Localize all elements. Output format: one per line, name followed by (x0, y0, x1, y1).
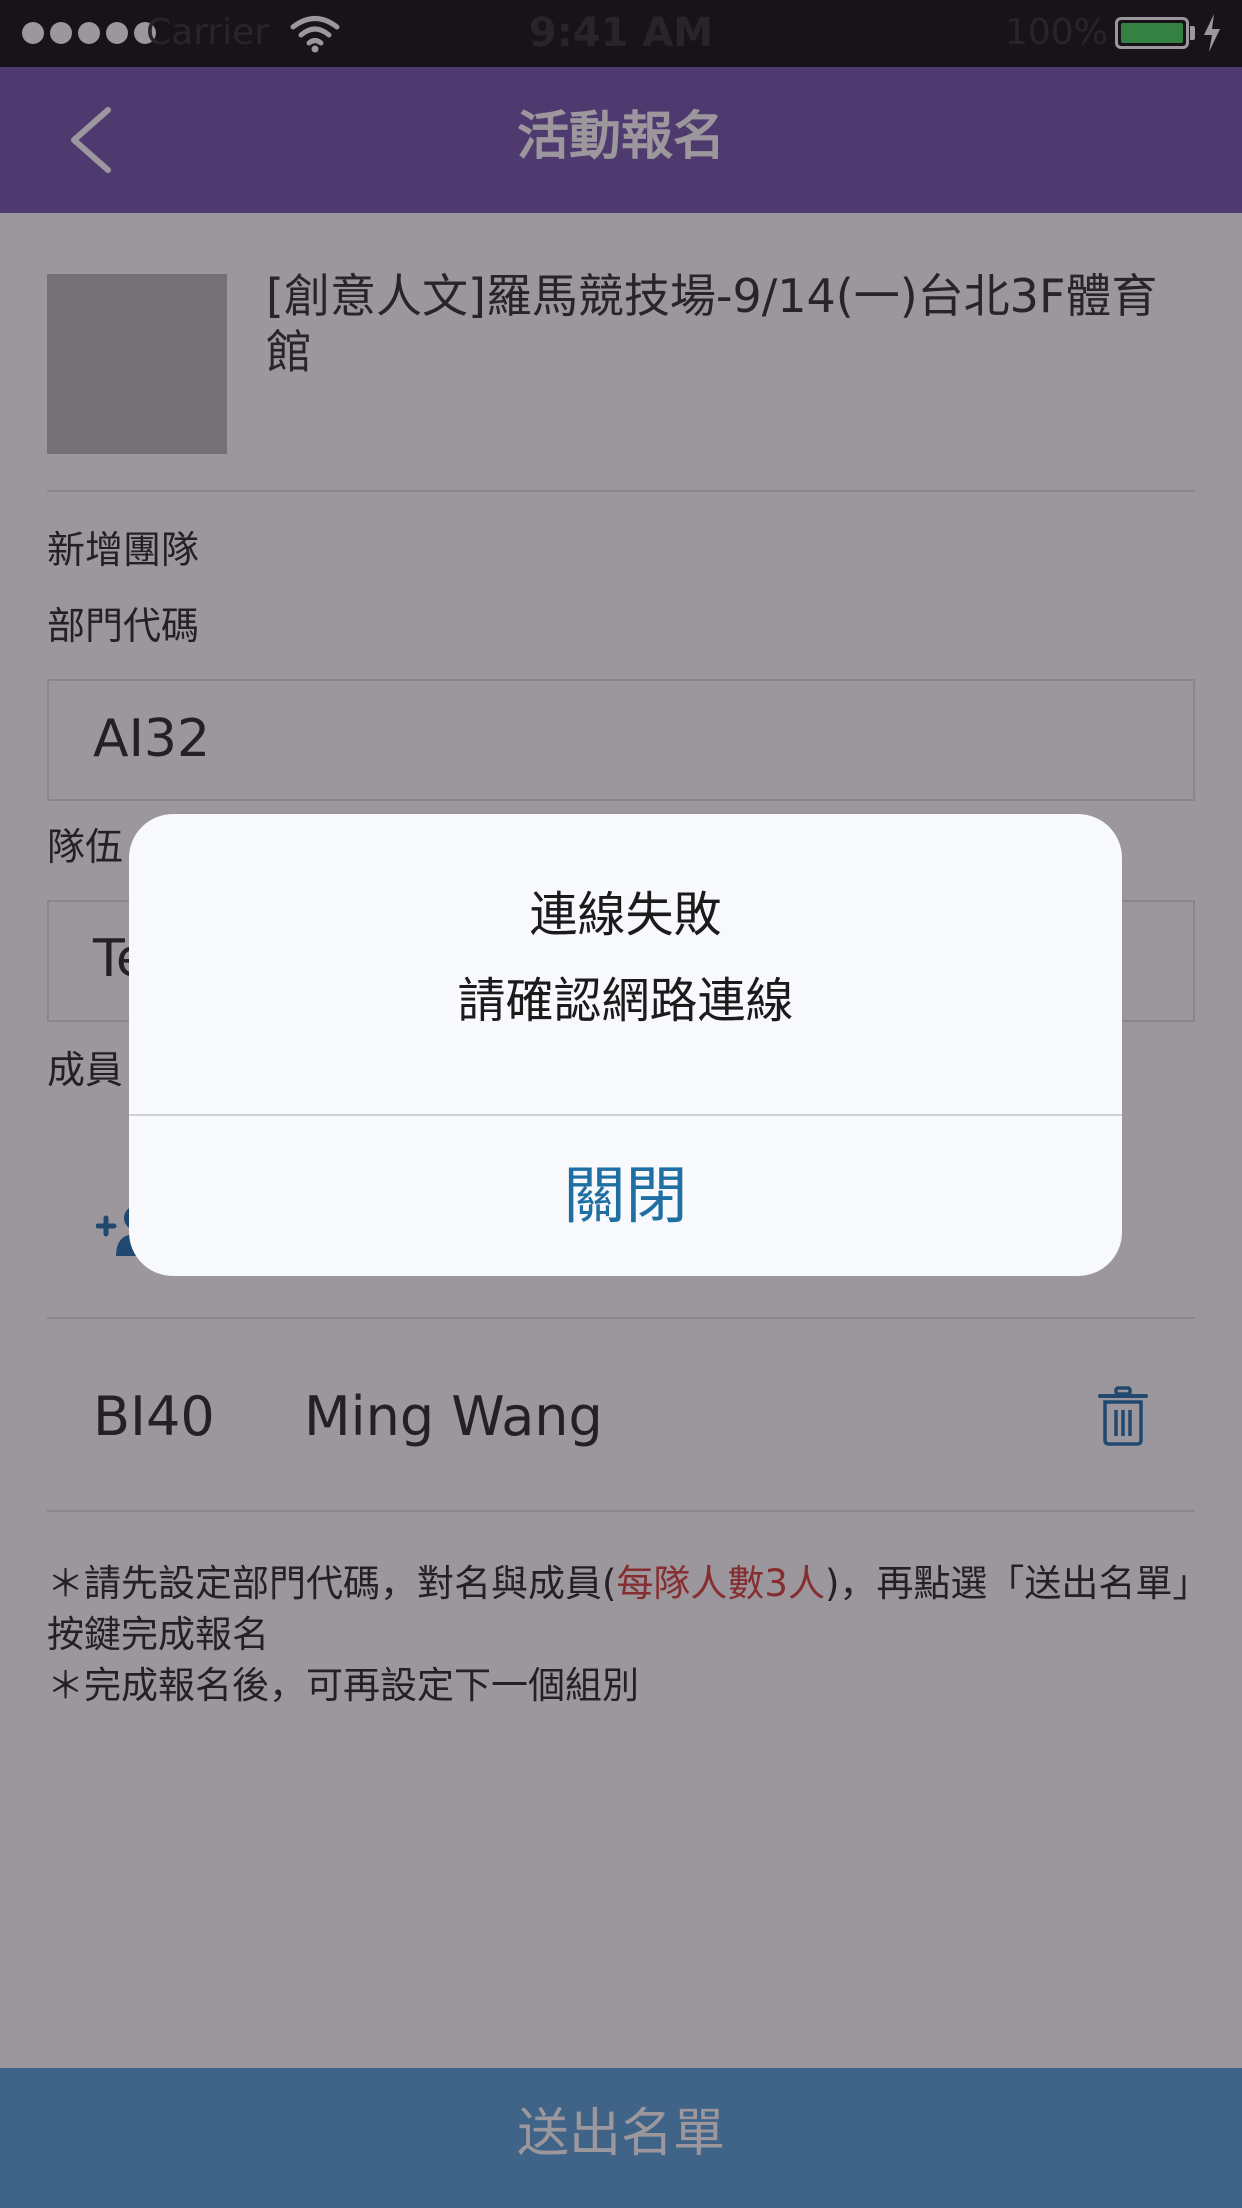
dialog-close-button[interactable]: 關閉 (129, 1116, 1122, 1276)
dialog-message: 請確認網路連線 (457, 973, 794, 1029)
dialog-title: 連線失敗 (529, 887, 722, 943)
alert-dialog: 連線失敗 請確認網路連線 關閉 (129, 814, 1122, 1276)
